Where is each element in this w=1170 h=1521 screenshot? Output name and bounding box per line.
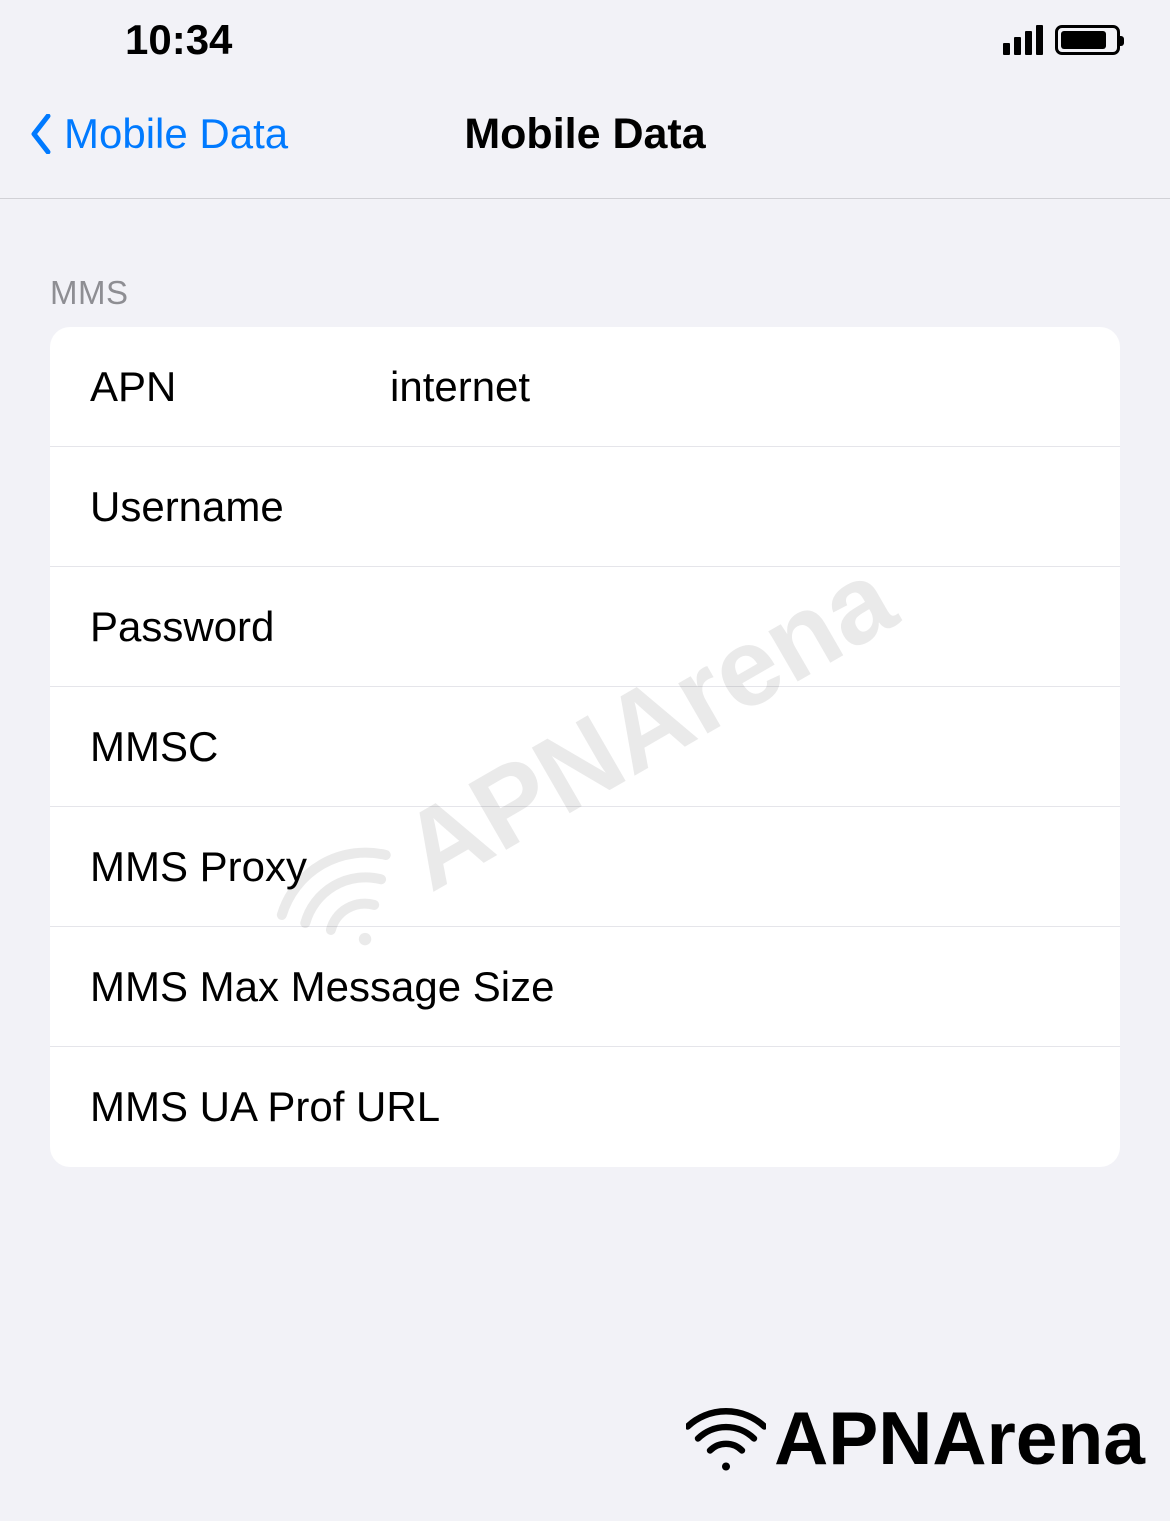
- navigation-bar: Mobile Data Mobile Data: [0, 80, 1170, 199]
- mmsc-label: MMSC: [90, 723, 390, 771]
- username-row[interactable]: Username: [50, 447, 1120, 567]
- mmsc-input[interactable]: [390, 723, 1120, 771]
- back-label: Mobile Data: [64, 110, 288, 158]
- password-label: Password: [90, 603, 390, 651]
- mms-max-size-label: MMS Max Message Size: [90, 963, 1120, 1011]
- password-input[interactable]: [390, 603, 1120, 651]
- section-header-mms: MMS: [0, 199, 1170, 327]
- mms-proxy-label: MMS Proxy: [90, 843, 390, 891]
- mmsc-row[interactable]: MMSC: [50, 687, 1120, 807]
- cellular-signal-icon: [1003, 25, 1043, 55]
- mms-max-size-row[interactable]: MMS Max Message Size: [50, 927, 1120, 1047]
- mms-ua-prof-row[interactable]: MMS UA Prof URL: [50, 1047, 1120, 1167]
- mms-proxy-row[interactable]: MMS Proxy: [50, 807, 1120, 927]
- apn-row[interactable]: APN: [50, 327, 1120, 447]
- password-row[interactable]: Password: [50, 567, 1120, 687]
- battery-icon: [1055, 25, 1120, 55]
- username-label: Username: [90, 483, 390, 531]
- watermark-text: APNArena: [774, 1395, 1145, 1481]
- apn-label: APN: [90, 363, 390, 411]
- status-bar: 10:34: [0, 0, 1170, 80]
- wifi-icon: [686, 1406, 766, 1471]
- mms-ua-prof-label: MMS UA Prof URL: [90, 1083, 1120, 1131]
- back-button[interactable]: Mobile Data: [30, 110, 288, 158]
- watermark-bottom: APNArena: [686, 1395, 1145, 1481]
- mms-settings-group: APN Username Password MMSC MMS Proxy MMS…: [50, 327, 1120, 1167]
- apn-input[interactable]: [390, 363, 1120, 411]
- status-indicators: [1003, 25, 1120, 55]
- username-input[interactable]: [390, 483, 1120, 531]
- page-title: Mobile Data: [464, 110, 705, 159]
- chevron-left-icon: [30, 114, 52, 154]
- status-time: 10:34: [125, 16, 232, 64]
- mms-proxy-input[interactable]: [390, 843, 1120, 891]
